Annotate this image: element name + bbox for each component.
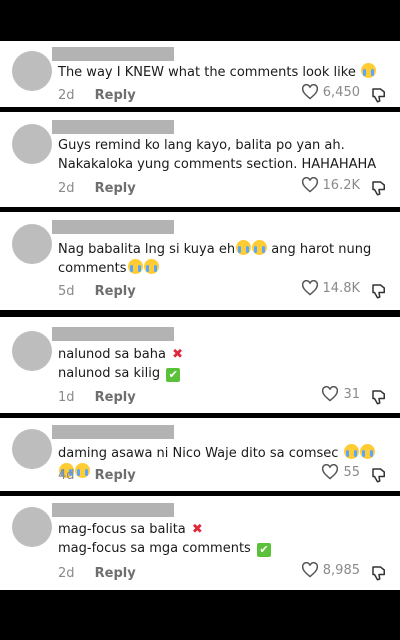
like-count: 6,450 bbox=[322, 84, 360, 100]
crying-face-emoji-icon bbox=[360, 63, 376, 78]
reply-button[interactable]: Reply bbox=[95, 390, 136, 405]
heart-icon bbox=[301, 562, 318, 578]
heart-icon bbox=[301, 280, 318, 296]
comment-age: 2d bbox=[58, 566, 75, 581]
username-redacted[interactable] bbox=[52, 503, 174, 517]
like-count: 31 bbox=[343, 386, 360, 402]
username-redacted[interactable] bbox=[52, 220, 174, 234]
comment-text: Guys remind ko lang kayo, balita po yan … bbox=[58, 138, 377, 172]
like-button[interactable]: 6,450 bbox=[301, 84, 360, 100]
avatar[interactable] bbox=[12, 507, 52, 547]
comment-text-line2: nalunod sa kilig bbox=[58, 366, 161, 381]
crying-face-emoji-icon bbox=[236, 240, 252, 255]
comment-text-content: daming asawa ni Nico Waje dito sa comsec bbox=[58, 446, 339, 461]
username-redacted[interactable] bbox=[52, 425, 174, 439]
reply-button[interactable]: Reply bbox=[95, 181, 136, 196]
reply-button[interactable]: Reply bbox=[95, 284, 136, 299]
comment-text-line2: mag-focus sa mga comments bbox=[58, 541, 251, 556]
comment-age: 5d bbox=[58, 284, 75, 299]
comment-card: daming asawa ni Nico Waje dito sa comsec… bbox=[0, 418, 400, 491]
crying-face-emoji-icon bbox=[252, 240, 268, 255]
like-button[interactable]: 16.2K bbox=[301, 177, 360, 193]
like-button[interactable]: 14.8K bbox=[301, 280, 360, 296]
comment-age: 1d bbox=[58, 390, 75, 405]
like-button[interactable]: 55 bbox=[321, 464, 360, 480]
comment-card: Nag babalita lng si kuya eh ang harot nu… bbox=[0, 212, 400, 310]
crying-face-emoji-icon bbox=[359, 444, 375, 459]
dislike-icon[interactable] bbox=[370, 564, 388, 582]
dislike-icon[interactable] bbox=[370, 86, 388, 104]
comment-meta: 1d Reply bbox=[58, 390, 136, 405]
like-count: 14.8K bbox=[322, 280, 360, 296]
heart-icon bbox=[322, 464, 339, 480]
dislike-icon[interactable] bbox=[370, 179, 388, 197]
comment-age: 2d bbox=[58, 181, 75, 196]
crying-face-emoji-icon bbox=[343, 444, 359, 459]
top-black-bar bbox=[0, 0, 400, 40]
heart-icon bbox=[301, 177, 318, 193]
comment-text-line1: nalunod sa baha bbox=[58, 347, 166, 362]
avatar[interactable] bbox=[12, 224, 52, 264]
crying-face-emoji-icon bbox=[143, 259, 159, 274]
avatar[interactable] bbox=[12, 124, 52, 164]
comment-age: 2d bbox=[58, 88, 75, 103]
dislike-icon[interactable] bbox=[370, 282, 388, 300]
comment-meta: 2d Reply bbox=[58, 566, 136, 581]
like-count: 8,985 bbox=[322, 562, 360, 578]
reply-button[interactable]: Reply bbox=[95, 566, 136, 581]
comment-text: nalunod sa baha ✖ nalunod sa kilig ✔ bbox=[58, 345, 388, 383]
avatar[interactable] bbox=[12, 331, 52, 371]
check-mark-emoji-icon: ✔ bbox=[166, 368, 181, 382]
reply-button[interactable]: Reply bbox=[95, 88, 136, 103]
comment-text-content: The way I KNEW what the comments look li… bbox=[58, 65, 356, 80]
comment-card: Guys remind ko lang kayo, balita po yan … bbox=[0, 112, 400, 207]
username-redacted[interactable] bbox=[52, 47, 174, 61]
dislike-icon[interactable] bbox=[370, 388, 388, 406]
like-count: 55 bbox=[343, 464, 360, 480]
cross-mark-emoji-icon: ✖ bbox=[172, 347, 183, 362]
avatar[interactable] bbox=[12, 51, 52, 91]
heart-icon bbox=[301, 84, 318, 100]
username-redacted[interactable] bbox=[52, 120, 174, 134]
comment-text-line1: mag-focus sa balita bbox=[58, 522, 186, 537]
comment-card: nalunod sa baha ✖ nalunod sa kilig ✔ 1d … bbox=[0, 317, 400, 413]
crying-face-emoji-icon bbox=[127, 259, 143, 274]
heart-icon bbox=[322, 386, 339, 402]
like-button[interactable]: 31 bbox=[321, 386, 360, 402]
dislike-icon[interactable] bbox=[370, 466, 388, 484]
comment-text: mag-focus sa balita ✖ mag-focus sa mga c… bbox=[58, 520, 388, 558]
comment-meta: 4d Reply bbox=[58, 468, 136, 483]
username-redacted[interactable] bbox=[52, 327, 174, 341]
like-button[interactable]: 8,985 bbox=[301, 562, 360, 578]
comment-text: Nag babalita lng si kuya eh ang harot nu… bbox=[58, 240, 388, 278]
check-mark-emoji-icon: ✔ bbox=[256, 543, 271, 557]
bottom-black-bar bbox=[0, 590, 400, 640]
comment-meta: 5d Reply bbox=[58, 284, 136, 299]
like-count: 16.2K bbox=[322, 177, 360, 193]
comment-card: mag-focus sa balita ✖ mag-focus sa mga c… bbox=[0, 496, 400, 590]
comment-text-content: Nag babalita lng si kuya eh bbox=[58, 242, 236, 257]
comment-card: The way I KNEW what the comments look li… bbox=[0, 41, 400, 107]
comment-meta: 2d Reply bbox=[58, 181, 136, 196]
reply-button[interactable]: Reply bbox=[95, 468, 136, 483]
cross-mark-emoji-icon: ✖ bbox=[191, 522, 203, 537]
avatar[interactable] bbox=[12, 429, 52, 469]
comment-age: 4d bbox=[58, 468, 75, 483]
comment-meta: 2d Reply bbox=[58, 88, 136, 103]
comment-text: The way I KNEW what the comments look li… bbox=[58, 63, 388, 82]
